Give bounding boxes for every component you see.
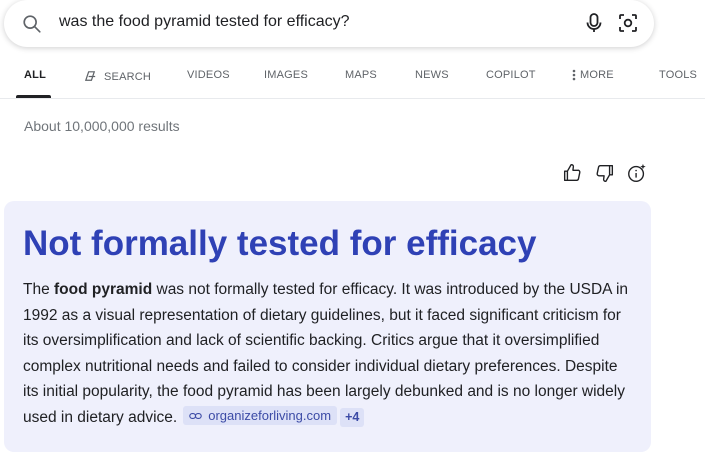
visual-search-icon[interactable] [616,11,640,35]
active-tab-indicator [16,95,51,98]
answer-heading: Not formally tested for efficacy [23,224,537,263]
more-vertical-icon [572,69,576,81]
tab-videos[interactable]: VIDEOS [187,69,230,81]
answer-intro: The [23,281,55,298]
tab-all[interactable]: ALL [24,69,46,81]
search-tabs: ALL SEARCH VIDEOS IMAGES MAPS NEWS COPIL… [0,60,705,99]
thumbs-down-icon[interactable] [594,162,616,184]
answer-text: was not formally tested for efficacy. It… [23,281,629,426]
source-citation[interactable]: organizeforliving.com [183,406,338,426]
results-count: About 10,000,000 results [24,118,180,134]
answer-body: The food pyramid was not formally tested… [23,277,635,431]
tab-search[interactable]: SEARCH [83,69,151,84]
answer-bold-term: food pyramid [54,281,153,298]
copilot-search-icon [84,71,96,81]
search-icon[interactable] [21,13,43,35]
source-label: organizeforliving.com [208,408,332,424]
more-sources-badge[interactable]: +4 [340,407,365,427]
link-icon [189,412,202,419]
microphone-icon[interactable] [582,11,606,35]
tab-images[interactable]: IMAGES [264,69,308,81]
thumbs-up-icon[interactable] [561,162,583,184]
tab-maps[interactable]: MAPS [345,69,377,81]
tab-more[interactable]: MORE [572,69,614,81]
search-bar[interactable]: was the food pyramid tested for efficacy… [4,0,654,47]
search-input[interactable]: was the food pyramid tested for efficacy… [59,13,350,31]
answer-card: Not formally tested for efficacy The foo… [4,201,651,452]
tab-copilot[interactable]: COPILOT [486,69,536,81]
tab-news[interactable]: NEWS [415,69,449,81]
tab-tools[interactable]: TOOLS [659,69,697,81]
info-sparkle-icon[interactable] [626,162,648,184]
